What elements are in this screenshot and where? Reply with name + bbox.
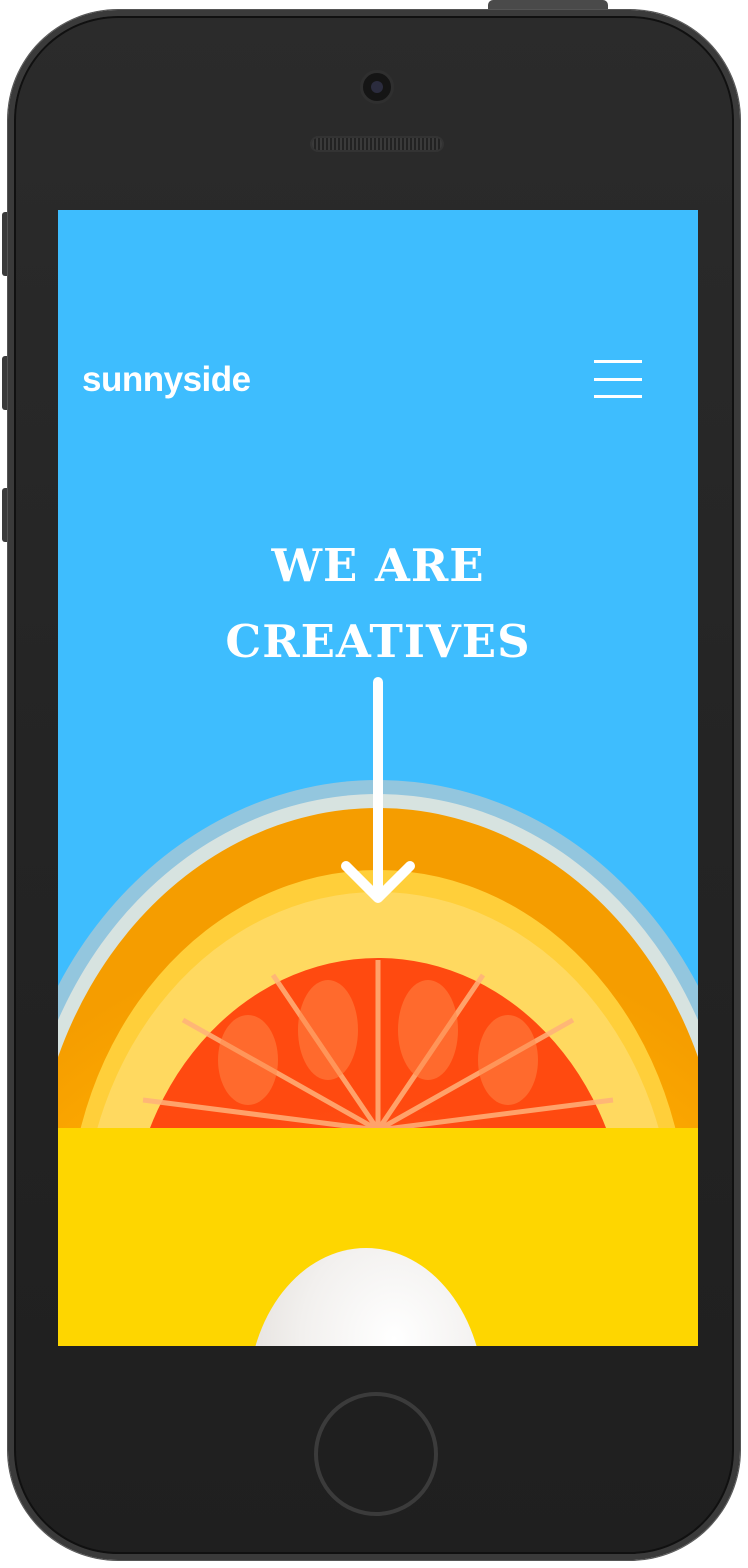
next-section	[58, 1128, 698, 1346]
hamburger-menu-icon[interactable]	[594, 360, 642, 400]
arrow-down-icon[interactable]	[338, 676, 418, 906]
egg-image	[248, 1248, 484, 1346]
site-logo[interactable]: sunnyside	[82, 360, 251, 400]
site-header: sunnyside	[82, 356, 642, 404]
home-button[interactable]	[314, 1392, 438, 1516]
front-camera	[360, 70, 394, 104]
hero-headline-line-2: CREATIVES	[225, 615, 531, 668]
phone-screen: sunnyside WE ARE CREATIVES	[58, 210, 698, 1346]
earpiece-speaker	[310, 136, 444, 152]
hero-headline: WE ARE CREATIVES	[58, 528, 698, 680]
hero-headline-line-1: WE ARE	[271, 539, 485, 592]
